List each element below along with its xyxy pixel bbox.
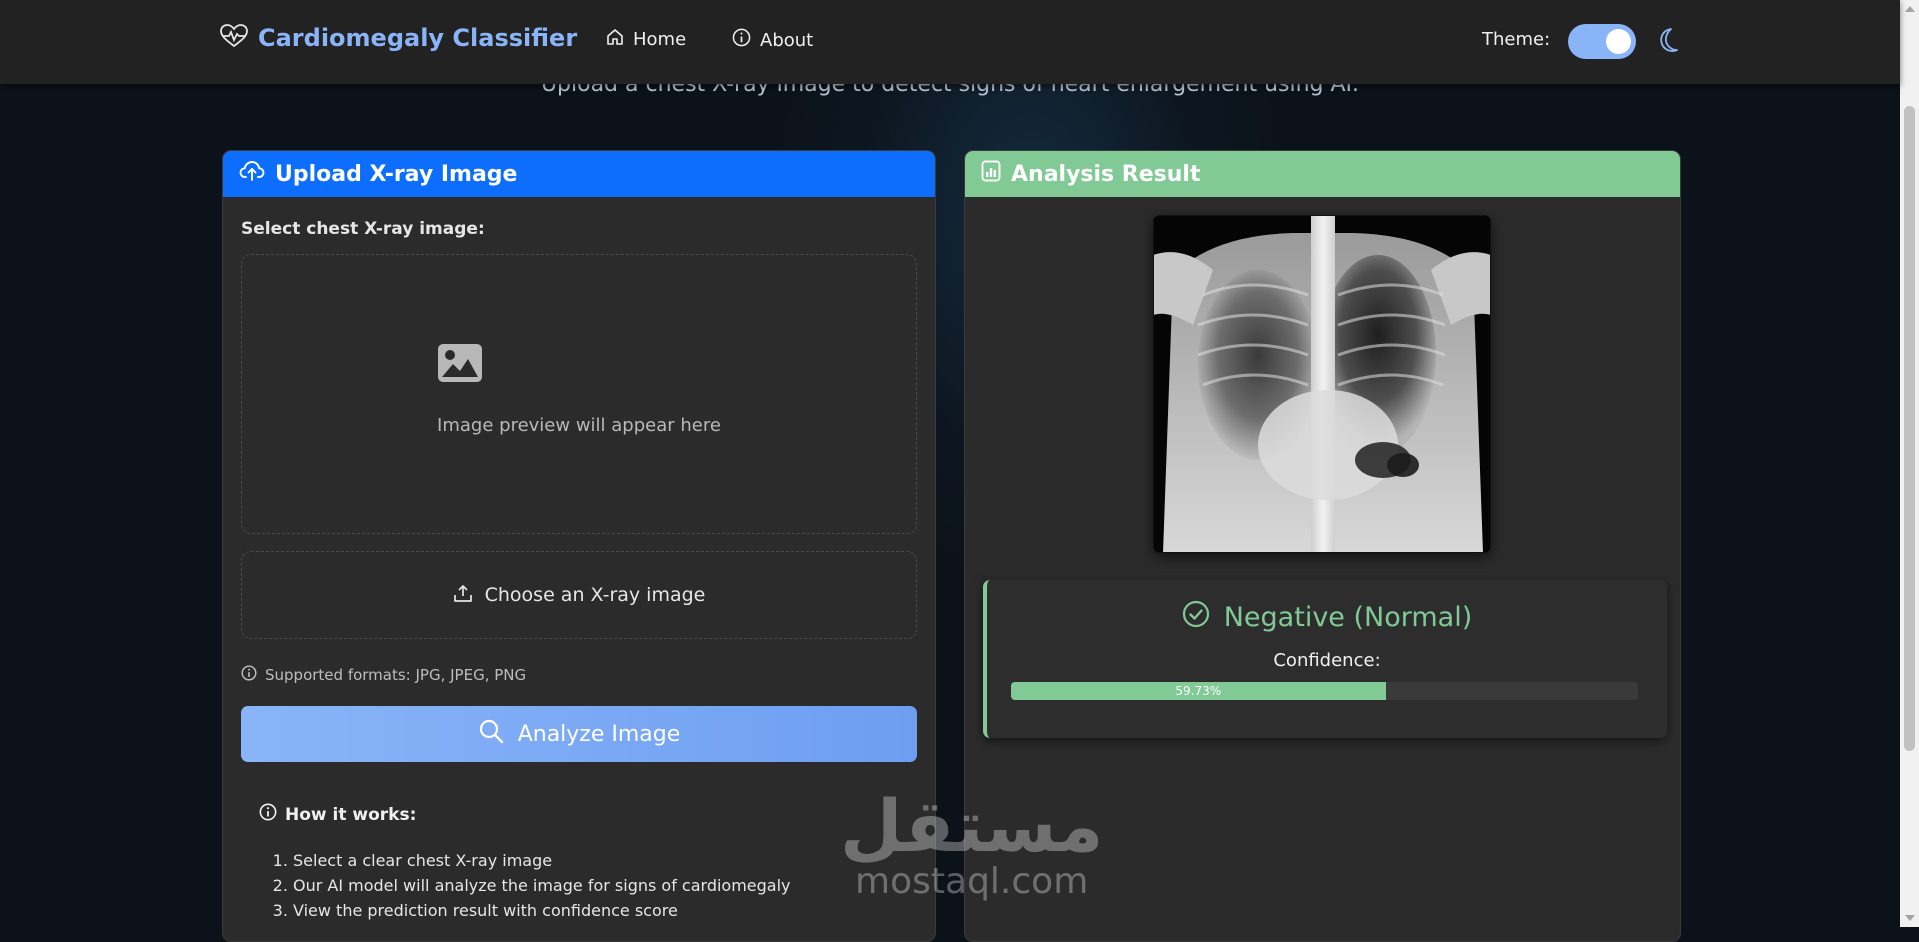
navbar: Cardiomegaly Classifier Home About Theme…: [0, 0, 1900, 84]
xray-image: [1153, 215, 1491, 553]
result-card-header: Analysis Result: [965, 151, 1680, 197]
confidence-label: Confidence:: [1273, 650, 1381, 671]
step-item: Our AI model will analyze the image for …: [293, 873, 791, 898]
search-icon: [478, 718, 504, 750]
how-it-works: How it works: Select a clear chest X-ray…: [259, 803, 791, 923]
image-preview-placeholder: Image preview will appear here: [437, 415, 721, 436]
info-circle-icon: [259, 803, 277, 826]
prediction-heading: Negative (Normal): [987, 600, 1667, 635]
confidence-progress-bar: 59.73%: [1011, 682, 1638, 700]
info-circle-icon: [732, 28, 751, 52]
watermark-latin: mostaql.com: [855, 861, 1089, 902]
upload-card-title: Upload X-ray Image: [275, 161, 518, 187]
bar-chart-icon: [981, 160, 1001, 188]
theme-label: Theme:: [1482, 29, 1551, 50]
nav-about-label: About: [760, 29, 814, 51]
image-icon: [437, 343, 483, 387]
nav-home-link[interactable]: Home: [606, 28, 686, 51]
nav-about-link[interactable]: About: [732, 28, 813, 52]
confidence-progress-fill: 59.73%: [1011, 682, 1386, 700]
analyze-image-label: Analyze Image: [517, 721, 681, 747]
brand[interactable]: Cardiomegaly Classifier: [220, 24, 577, 52]
watermark: مستقل mostaql.com: [840, 790, 1103, 902]
how-it-works-steps: Select a clear chest X-ray image Our AI …: [259, 848, 791, 923]
scrollbar-thumb[interactable]: [1904, 106, 1915, 751]
house-icon: [606, 28, 624, 51]
brand-title: Cardiomegaly Classifier: [258, 24, 578, 52]
supported-formats: Supported formats: JPG, JPEG, PNG: [241, 665, 526, 685]
how-it-works-heading: How it works:: [285, 804, 417, 825]
prediction-label: Negative (Normal): [1223, 602, 1473, 633]
analyze-image-button[interactable]: Analyze Image: [241, 706, 917, 762]
prediction-result: Negative (Normal) Confidence: 59.73%: [983, 580, 1667, 738]
scroll-up-arrow-icon[interactable]: [1905, 6, 1915, 12]
nav-home-label: Home: [633, 29, 687, 50]
theme-toggle-knob: [1606, 29, 1631, 54]
upload-icon: [453, 583, 473, 608]
scroll-down-arrow-icon[interactable]: [1905, 915, 1915, 921]
check-circle-icon: [1182, 600, 1210, 635]
upload-card-header: Upload X-ray Image: [223, 151, 935, 197]
heart-pulse-icon: [220, 24, 248, 52]
moon-icon: [1655, 26, 1681, 60]
how-it-works-title: How it works:: [259, 803, 791, 826]
choose-file-button[interactable]: Choose an X-ray image: [241, 551, 917, 639]
result-card-title: Analysis Result: [1011, 161, 1201, 187]
step-item: View the prediction result with confiden…: [293, 898, 791, 923]
watermark-arabic: مستقل: [840, 784, 1104, 868]
image-preview-area: Image preview will appear here: [241, 254, 917, 534]
cloud-upload-icon: [239, 160, 265, 188]
choose-file-label: Choose an X-ray image: [484, 584, 706, 606]
file-field-label: Select chest X-ray image:: [241, 219, 485, 239]
theme-toggle[interactable]: [1568, 24, 1636, 59]
supported-formats-text: Supported formats: JPG, JPEG, PNG: [265, 666, 527, 684]
step-item: Select a clear chest X-ray image: [293, 848, 791, 873]
info-circle-icon: [241, 665, 257, 685]
upload-card: Upload X-ray Image Select chest X-ray im…: [222, 150, 936, 942]
page-scrollbar[interactable]: [1900, 0, 1919, 927]
